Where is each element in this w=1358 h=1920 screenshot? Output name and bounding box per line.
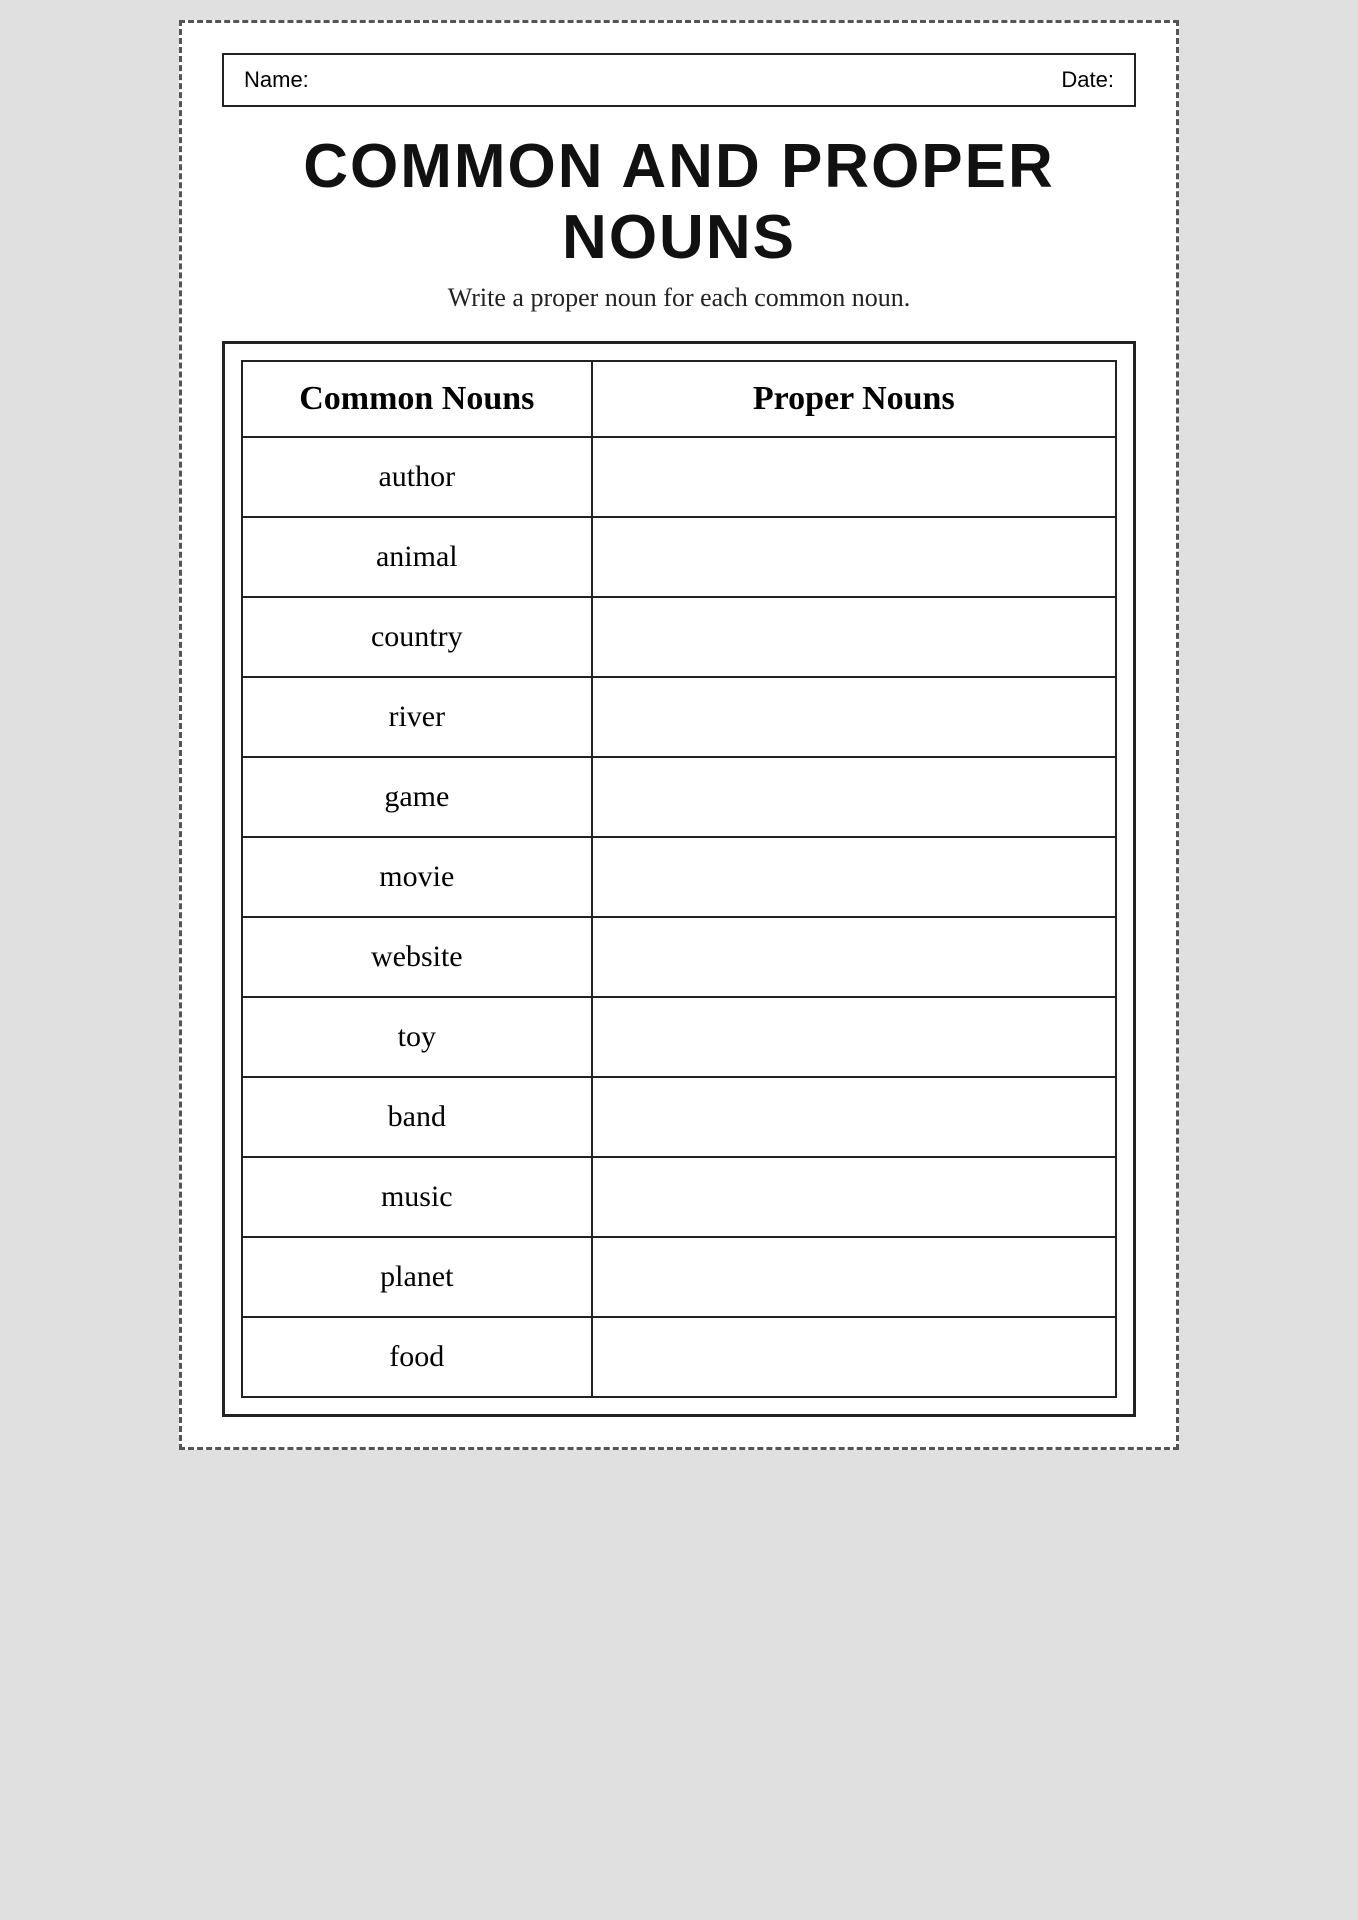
proper-noun-cell[interactable]	[592, 437, 1116, 517]
common-noun-cell: planet	[242, 1237, 592, 1317]
common-noun-cell: movie	[242, 837, 592, 917]
name-date-row: Name: Date:	[222, 53, 1136, 107]
table-row: author	[242, 437, 1116, 517]
table-row: river	[242, 677, 1116, 757]
table-header-row: Common Nouns Proper Nouns	[242, 361, 1116, 437]
common-noun-cell: food	[242, 1317, 592, 1397]
table-row: animal	[242, 517, 1116, 597]
common-noun-cell: music	[242, 1157, 592, 1237]
proper-noun-cell[interactable]	[592, 597, 1116, 677]
table-row: game	[242, 757, 1116, 837]
common-noun-cell: author	[242, 437, 592, 517]
table-row: movie	[242, 837, 1116, 917]
table-container: Common Nouns Proper Nouns authoranimalco…	[222, 341, 1136, 1417]
name-label: Name:	[244, 67, 309, 93]
common-noun-cell: band	[242, 1077, 592, 1157]
page-title: COMMON AND PROPER NOUNS	[222, 131, 1136, 273]
col-header-common: Common Nouns	[242, 361, 592, 437]
table-row: music	[242, 1157, 1116, 1237]
col-header-proper: Proper Nouns	[592, 361, 1116, 437]
common-noun-cell: website	[242, 917, 592, 997]
proper-noun-cell[interactable]	[592, 997, 1116, 1077]
table-row: food	[242, 1317, 1116, 1397]
date-label: Date:	[1061, 67, 1114, 93]
table-row: band	[242, 1077, 1116, 1157]
common-noun-cell: animal	[242, 517, 592, 597]
proper-noun-cell[interactable]	[592, 1237, 1116, 1317]
proper-noun-cell[interactable]	[592, 1077, 1116, 1157]
table-row: website	[242, 917, 1116, 997]
worksheet-page: Name: Date: COMMON AND PROPER NOUNS Writ…	[179, 20, 1179, 1450]
table-row: planet	[242, 1237, 1116, 1317]
proper-noun-cell[interactable]	[592, 837, 1116, 917]
nouns-table: Common Nouns Proper Nouns authoranimalco…	[241, 360, 1117, 1398]
proper-noun-cell[interactable]	[592, 917, 1116, 997]
proper-noun-cell[interactable]	[592, 1317, 1116, 1397]
proper-noun-cell[interactable]	[592, 1157, 1116, 1237]
proper-noun-cell[interactable]	[592, 757, 1116, 837]
common-noun-cell: toy	[242, 997, 592, 1077]
common-noun-cell: river	[242, 677, 592, 757]
table-row: country	[242, 597, 1116, 677]
common-noun-cell: country	[242, 597, 592, 677]
common-noun-cell: game	[242, 757, 592, 837]
table-row: toy	[242, 997, 1116, 1077]
proper-noun-cell[interactable]	[592, 677, 1116, 757]
subtitle: Write a proper noun for each common noun…	[222, 283, 1136, 313]
proper-noun-cell[interactable]	[592, 517, 1116, 597]
